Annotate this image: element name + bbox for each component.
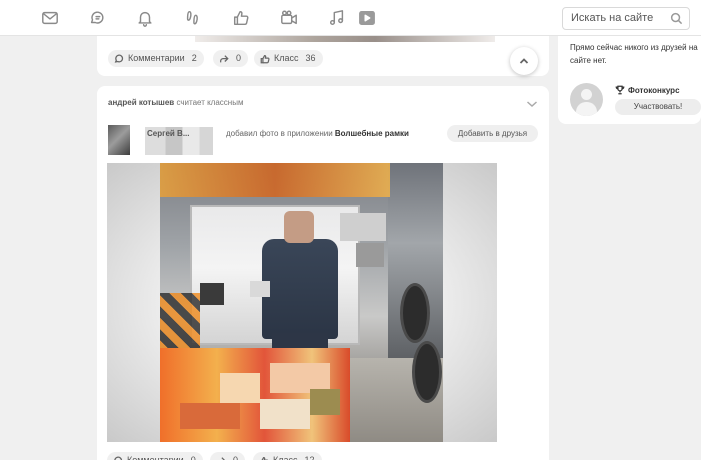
thumbs-up-icon xyxy=(259,456,269,460)
likes-icon[interactable] xyxy=(231,8,251,28)
trophy-icon xyxy=(615,85,625,95)
comments-label: Комментарии xyxy=(127,455,184,460)
reshare-user-link[interactable]: андрей котышев xyxy=(108,98,174,107)
add-friend-button[interactable]: Добавить в друзья xyxy=(447,125,538,142)
search-placeholder: Искать на сайте xyxy=(571,12,654,24)
shares-count: 0 xyxy=(233,455,239,460)
feed-post-card: андрей котышев считает классным Сергей В… xyxy=(97,86,549,460)
photo-contest-link[interactable]: Фотоконкурс xyxy=(615,85,680,95)
participate-button[interactable]: Участвовать! xyxy=(615,99,701,115)
comments-button[interactable]: Комментарии 0 xyxy=(107,452,203,460)
pixelation-block xyxy=(220,373,260,403)
author-name-link[interactable]: Сергей В... xyxy=(147,129,189,138)
music-icon[interactable] xyxy=(327,8,347,28)
likes-count: 36 xyxy=(305,53,316,63)
messages-icon[interactable] xyxy=(40,8,60,28)
likes-count: 12 xyxy=(304,455,315,460)
post-action-bar: Комментарии 0 0 Класс 12 xyxy=(107,450,507,460)
pixelation-block xyxy=(356,243,384,267)
like-label: Класс xyxy=(273,455,298,460)
pixelation-block xyxy=(250,281,270,297)
guests-icon[interactable] xyxy=(183,8,203,28)
share-button[interactable]: 0 xyxy=(210,452,246,460)
share-icon xyxy=(220,54,229,62)
share-icon xyxy=(218,456,226,460)
comments-count: 0 xyxy=(190,455,196,460)
previous-post-card: Комментарии 2 0 Класс 36 xyxy=(97,36,549,76)
chevron-up-icon xyxy=(519,58,529,64)
scroll-to-top-button[interactable] xyxy=(510,47,538,75)
like-button[interactable]: Класс 12 xyxy=(253,452,322,460)
comments-label: Комментарии xyxy=(128,53,185,63)
reshare-action-text: считает классным xyxy=(176,98,244,107)
post-photo[interactable] xyxy=(107,163,497,442)
photo-person-body xyxy=(262,239,338,339)
comment-icon xyxy=(114,54,124,63)
discussions-icon[interactable] xyxy=(87,8,107,28)
share-button[interactable]: 0 xyxy=(213,50,249,67)
search-input[interactable]: Искать на сайте xyxy=(562,7,690,30)
top-navigation-bar: Искать на сайте xyxy=(0,0,701,36)
friends-online-card: Прямо сейчас никого из друзей на сайте н… xyxy=(558,36,701,124)
search-icon[interactable] xyxy=(670,12,683,25)
shares-count: 0 xyxy=(236,53,242,63)
thumbs-up-icon xyxy=(260,54,270,63)
video-icon[interactable] xyxy=(279,8,299,28)
pixelation-block xyxy=(340,213,386,241)
pixelation-block xyxy=(200,283,224,305)
reshare-line: андрей котышев считает классным xyxy=(108,98,243,107)
pixelation-block xyxy=(260,399,310,429)
chevron-down-icon xyxy=(527,101,537,108)
post-action-line: добавил фото в приложении Волшебные рамк… xyxy=(226,129,409,138)
contest-title: Фотоконкурс xyxy=(628,85,680,95)
comment-icon xyxy=(114,456,123,460)
author-avatar[interactable] xyxy=(108,125,130,155)
like-button[interactable]: Класс 36 xyxy=(254,50,323,67)
like-label: Класс xyxy=(274,53,299,63)
author-action-text: добавил фото в приложении xyxy=(226,129,333,138)
photo-wheel xyxy=(400,283,430,343)
notifications-icon[interactable] xyxy=(135,8,155,28)
app-name-link[interactable]: Волшебные рамки xyxy=(335,129,409,138)
comments-button[interactable]: Комментарии 2 xyxy=(108,50,204,67)
pixelation-block xyxy=(310,389,340,415)
pixelation-block xyxy=(180,403,240,429)
previous-post-photo-edge xyxy=(195,36,495,42)
friends-online-text: Прямо сейчас никого из друзей на сайте н… xyxy=(570,43,698,65)
post-menu-chevron[interactable] xyxy=(526,96,538,108)
photo-scene xyxy=(160,163,443,442)
photo-wheel xyxy=(412,341,442,403)
comments-count: 2 xyxy=(191,53,197,63)
frame-banner xyxy=(160,163,390,197)
photo-person-head xyxy=(284,211,314,243)
play-icon[interactable] xyxy=(357,8,377,28)
user-avatar-placeholder[interactable] xyxy=(570,83,603,116)
